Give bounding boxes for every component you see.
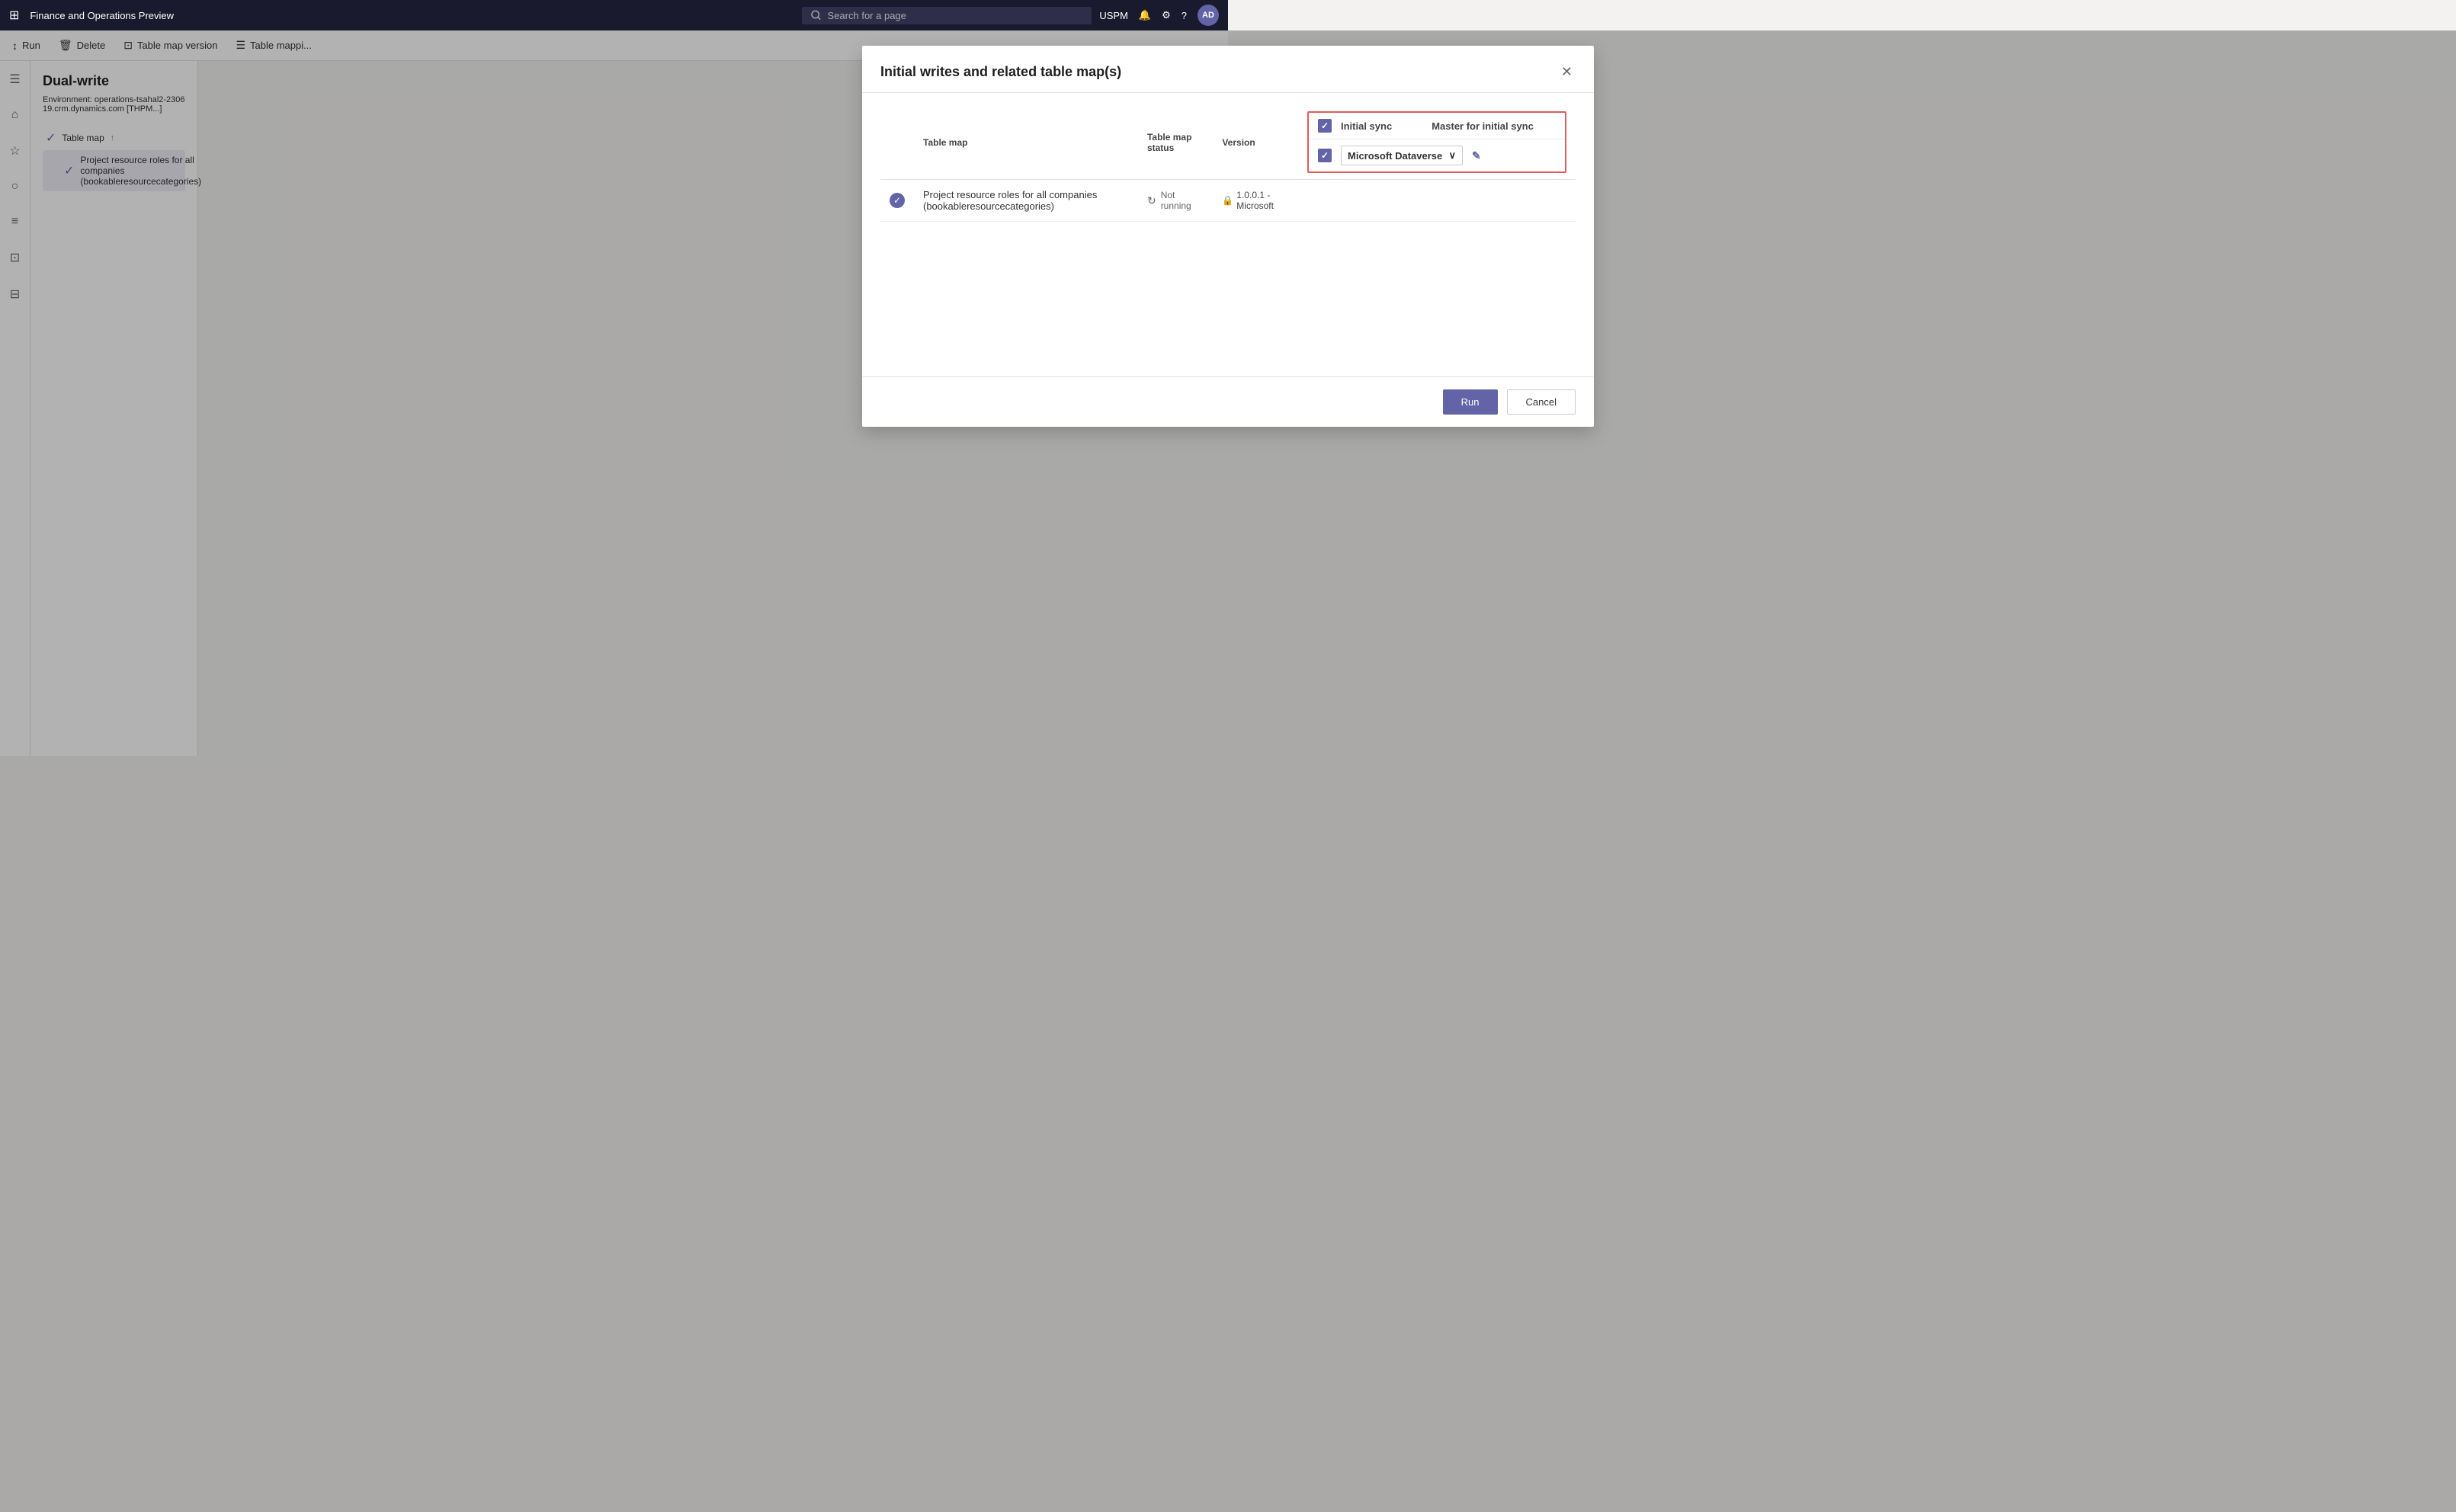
row-check-icon: ✓ bbox=[890, 193, 905, 208]
search-input[interactable] bbox=[828, 10, 1083, 21]
bell-icon[interactable]: 🔔 bbox=[1139, 9, 1151, 21]
row-check-cell: ✓ bbox=[880, 180, 914, 222]
row-table-map-cell: Project resource roles for all companies… bbox=[914, 180, 1138, 222]
initial-sync-header-checkbox[interactable]: ✓ bbox=[1318, 119, 1332, 133]
main-area: ☰ ⌂ ☆ ○ ≡ ⊡ ⊟ Dual-write Environment: op… bbox=[0, 61, 1228, 756]
refresh-icon: ↻ bbox=[1147, 194, 1156, 207]
chevron-down-icon: ∨ bbox=[1448, 149, 1456, 162]
grid-icon[interactable]: ⊞ bbox=[9, 8, 19, 23]
dialog-body: Table map Table map status Version ✓ Ini… bbox=[862, 93, 1594, 376]
cancel-dialog-button[interactable]: Cancel bbox=[1507, 389, 1576, 415]
top-nav: ⊞ Finance and Operations Preview USPM 🔔 … bbox=[0, 0, 1228, 30]
version-value: 🔒 1.0.0.1 - Microsoft bbox=[1222, 190, 1289, 211]
master-dropdown-value: Microsoft Dataverse bbox=[1348, 150, 1442, 162]
dialog-overlay: Initial writes and related table map(s) … bbox=[0, 30, 2456, 1512]
edit-icon[interactable]: ✎ bbox=[1472, 149, 1481, 162]
col-status: Table map status bbox=[1138, 105, 1213, 180]
dialog-close-button[interactable]: ✕ bbox=[1558, 61, 1576, 83]
initial-sync-label: Initial sync bbox=[1341, 120, 1392, 132]
run-dialog-button[interactable]: Run bbox=[1443, 389, 1498, 415]
search-bar[interactable] bbox=[802, 7, 1092, 24]
row-status-cell: ↻ Not running bbox=[1138, 180, 1213, 222]
initial-sync-row-checkbox[interactable]: ✓ bbox=[1318, 149, 1332, 162]
status-label: Not running bbox=[1161, 190, 1204, 211]
dialog: Initial writes and related table map(s) … bbox=[862, 46, 1594, 427]
lock-icon: 🔒 bbox=[1222, 195, 1233, 206]
app-title: Finance and Operations Preview bbox=[30, 10, 794, 21]
dialog-header: Initial writes and related table map(s) … bbox=[862, 46, 1594, 93]
user-label: USPM bbox=[1099, 10, 1128, 21]
search-icon bbox=[811, 10, 821, 21]
col-check bbox=[880, 105, 914, 180]
dialog-footer: Run Cancel bbox=[862, 376, 1594, 427]
col-initial-sync: ✓ Initial sync Master for initial sync ✓… bbox=[1298, 105, 1576, 180]
dialog-table: Table map Table map status Version ✓ Ini… bbox=[880, 105, 1576, 222]
col-table-map: Table map bbox=[914, 105, 1138, 180]
help-icon[interactable]: ? bbox=[1182, 10, 1187, 21]
initial-sync-data-row: ✓ Microsoft Dataverse ∨ ✎ bbox=[1309, 139, 1565, 171]
master-dropdown[interactable]: Microsoft Dataverse ∨ bbox=[1341, 146, 1463, 165]
initial-sync-header-row: ✓ Initial sync Master for initial sync bbox=[1309, 113, 1565, 139]
status-badge: ↻ Not running bbox=[1147, 190, 1204, 211]
row-version-cell: 🔒 1.0.0.1 - Microsoft bbox=[1213, 180, 1298, 222]
dialog-title: Initial writes and related table map(s) bbox=[880, 64, 1121, 80]
version-text-value: 1.0.0.1 - Microsoft bbox=[1236, 190, 1289, 211]
table-row: ✓ Project resource roles for all compani… bbox=[880, 180, 1576, 222]
top-nav-right: USPM 🔔 ⚙ ? AD bbox=[1099, 5, 1219, 26]
col-version: Version bbox=[1213, 105, 1298, 180]
settings-icon[interactable]: ⚙ bbox=[1162, 9, 1171, 21]
row-table-map-value: Project resource roles for all companies… bbox=[923, 189, 1097, 212]
row-initial-sync-cell bbox=[1298, 180, 1576, 222]
avatar[interactable]: AD bbox=[1198, 5, 1219, 26]
master-sync-label: Master for initial sync bbox=[1432, 120, 1534, 132]
